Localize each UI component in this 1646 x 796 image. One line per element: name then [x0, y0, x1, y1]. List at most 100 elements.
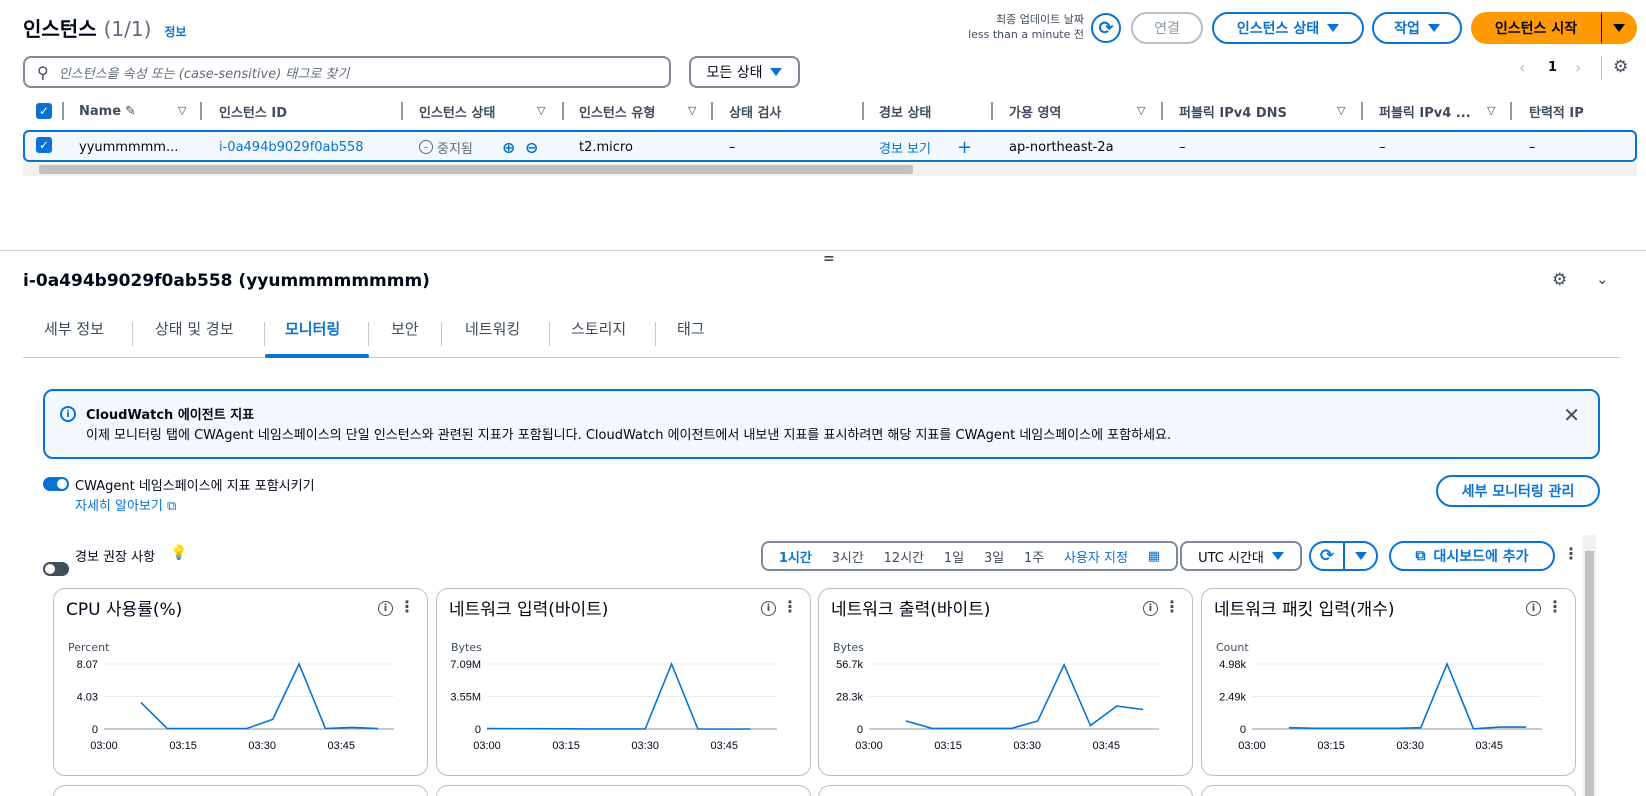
info-link[interactable]: 정보: [164, 25, 186, 39]
title-text: 인스턴스: [23, 17, 97, 41]
column-header-instance-id[interactable]: 인스턴스 ID: [219, 98, 287, 124]
column-header-az[interactable]: 가용 영역: [1009, 98, 1061, 124]
y-tick-label: 56.7k: [836, 659, 863, 671]
launch-instance-button[interactable]: 인스턴스 시작: [1471, 12, 1601, 44]
lightbulb-icon: 💡: [170, 545, 188, 561]
chart-refresh-button[interactable]: ⟳: [1309, 541, 1345, 571]
zoom-in-icon[interactable]: ⊕: [502, 134, 515, 160]
column-separator: [1361, 102, 1363, 120]
sort-icon[interactable]: ▽: [1137, 104, 1145, 117]
close-icon[interactable]: ✕: [1563, 403, 1580, 427]
column-header-name[interactable]: Name ✎: [79, 98, 136, 124]
cell-instance-id[interactable]: i-0a494b9029f0ab558: [219, 134, 364, 160]
range-custom[interactable]: 사용자 지정: [1064, 547, 1128, 566]
tab-separator: [132, 322, 133, 346]
page-title: 인스턴스 (1/1) 정보: [23, 13, 186, 42]
scrollbar-thumb[interactable]: [39, 165, 913, 174]
launch-label: 인스턴스 시작: [1494, 21, 1578, 37]
range-1w[interactable]: 1주: [1024, 547, 1044, 566]
manage-monitoring-button[interactable]: 세부 모니터링 관리: [1436, 475, 1600, 507]
next-page-icon[interactable]: ›: [1575, 58, 1581, 77]
refresh-button[interactable]: ⟳: [1091, 13, 1121, 43]
instance-count: (1/1): [103, 17, 152, 41]
more-options-icon[interactable]: ⋮: [782, 597, 798, 616]
gear-icon[interactable]: ⚙: [1552, 270, 1567, 290]
refresh-interval-dropdown[interactable]: [1343, 541, 1378, 571]
sort-icon[interactable]: ▽: [1487, 104, 1495, 117]
cell-alarm-link[interactable]: 경보 보기: [879, 134, 931, 160]
y-tick-label: 3.55M: [450, 692, 481, 704]
vertical-scrollbar[interactable]: [1583, 535, 1596, 796]
range-3h[interactable]: 3시간: [832, 547, 864, 566]
x-tick-label: 03:15: [934, 740, 962, 752]
more-options-icon[interactable]: ⋮: [1563, 544, 1579, 563]
tab-networking[interactable]: 네트워킹: [465, 318, 520, 339]
column-header-eip[interactable]: 탄력적 IP: [1529, 98, 1584, 124]
calendar-icon[interactable]: ▦: [1148, 549, 1160, 564]
prev-page-icon[interactable]: ‹: [1519, 58, 1525, 77]
column-label: Name: [79, 103, 122, 119]
info-icon[interactable]: i: [761, 601, 776, 616]
page-number[interactable]: 1: [1548, 60, 1557, 75]
cwagent-toggle[interactable]: [43, 477, 69, 491]
check-icon: ✓: [36, 137, 52, 153]
x-tick-label: 03:15: [169, 740, 197, 752]
tab-monitoring[interactable]: 모니터링: [285, 318, 340, 339]
sort-icon[interactable]: ▽: [178, 104, 186, 117]
state-filter-select[interactable]: 모든 상태: [689, 56, 800, 88]
sort-icon[interactable]: ▽: [1337, 104, 1345, 117]
learn-more-link[interactable]: 자세히 알아보기 ⧉: [75, 495, 176, 514]
column-header-dns[interactable]: 퍼블릭 IPv4 DNS: [1179, 98, 1287, 124]
range-1h[interactable]: 1시간: [779, 547, 812, 566]
chevron-down-icon: [1271, 552, 1284, 560]
connect-button[interactable]: 연결: [1131, 12, 1203, 44]
tab-details[interactable]: 세부 정보: [44, 318, 104, 339]
more-options-icon[interactable]: ⋮: [1164, 597, 1180, 616]
sort-icon[interactable]: ▽: [688, 104, 696, 117]
range-12h[interactable]: 12시간: [884, 547, 924, 566]
column-header-status-check[interactable]: 상태 검사: [729, 98, 781, 124]
add-icon[interactable]: +: [957, 134, 972, 160]
column-header-type[interactable]: 인스턴스 유형: [579, 98, 655, 124]
chevron-down-icon: [1427, 24, 1440, 32]
time-range-selector[interactable]: 1시간 3시간 12시간 1일 3일 1주 사용자 지정 ▦: [761, 541, 1178, 571]
gear-icon[interactable]: ⚙: [1613, 57, 1628, 77]
resize-handle-icon[interactable]: =: [823, 251, 835, 267]
x-tick-label: 03:30: [631, 740, 659, 752]
horizontal-scrollbar[interactable]: [23, 163, 1637, 176]
x-tick-label: 03:30: [1396, 740, 1424, 752]
sort-icon[interactable]: ▽: [537, 104, 545, 117]
manage-monitoring-label: 세부 모니터링 관리: [1461, 484, 1575, 500]
select-all-checkbox[interactable]: ✓: [36, 103, 52, 119]
external-link-icon: ⧉: [167, 499, 177, 514]
tab-security[interactable]: 보안: [391, 318, 419, 339]
timezone-select[interactable]: UTC 시간대: [1180, 541, 1302, 571]
tab-storage[interactable]: 스토리지: [571, 318, 626, 339]
actions-button[interactable]: 작업: [1372, 12, 1462, 44]
chevron-down-icon[interactable]: ⌄: [1596, 270, 1609, 288]
column-header-alarm[interactable]: 경보 상태: [879, 98, 931, 124]
more-options-icon[interactable]: ⋮: [399, 597, 415, 616]
info-icon[interactable]: i: [1143, 601, 1158, 616]
row-checkbox[interactable]: ✓: [36, 137, 52, 153]
column-header-state[interactable]: 인스턴스 상태: [419, 98, 495, 124]
column-header-ipv4[interactable]: 퍼블릭 IPv4 ...: [1379, 98, 1471, 124]
state-label: 중지됨: [437, 141, 473, 157]
column-separator: [1161, 102, 1163, 120]
x-tick-label: 03:00: [473, 740, 501, 752]
add-to-dashboard-button[interactable]: ⧉ 대시보드에 추가: [1389, 541, 1555, 571]
range-3d[interactable]: 3일: [984, 547, 1004, 566]
tab-status-alarms[interactable]: 상태 및 경보: [155, 318, 234, 339]
state-filter-label: 모든 상태: [706, 65, 763, 81]
instance-state-button[interactable]: 인스턴스 상태: [1212, 12, 1364, 44]
range-1d[interactable]: 1일: [944, 547, 964, 566]
info-icon[interactable]: i: [378, 601, 393, 616]
scrollbar-thumb[interactable]: [1585, 551, 1594, 796]
tab-tags[interactable]: 태그: [677, 318, 705, 339]
alarm-reco-toggle[interactable]: [43, 562, 69, 576]
search-input[interactable]: ⚲ 인스턴스을 속성 또는 (case-sensitive) 태그로 찾기: [23, 56, 671, 88]
info-icon[interactable]: i: [1526, 601, 1541, 616]
launch-dropdown-button[interactable]: [1601, 12, 1637, 44]
zoom-out-icon[interactable]: ⊖: [525, 134, 538, 160]
more-options-icon[interactable]: ⋮: [1547, 597, 1563, 616]
